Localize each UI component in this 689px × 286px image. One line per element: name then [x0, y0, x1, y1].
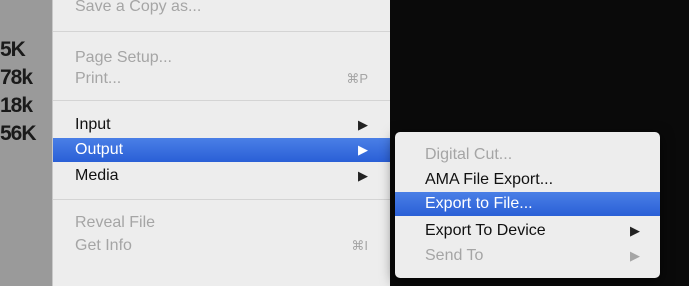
menu-item-label: AMA File Export... — [425, 171, 554, 188]
menu-item-label: Send To — [425, 247, 484, 264]
file-size: 18k — [0, 94, 33, 117]
menu-item-label: Output — [75, 141, 124, 158]
menu-item-label: Export to File... — [425, 195, 533, 212]
shortcut-label: ⌘P — [346, 71, 368, 86]
file-size: 56K — [0, 122, 37, 145]
menu-item-export-to-file[interactable]: Export to File... — [395, 192, 660, 216]
menu-item-label: Page Setup... — [75, 49, 172, 66]
file-menu: Save a Copy as... Page Setup... Print...… — [52, 0, 390, 286]
submenu-arrow-icon: ▶ — [630, 223, 640, 238]
menu-item-send-to[interactable]: Send To ▶ — [395, 243, 660, 269]
file-size: 5K — [0, 38, 26, 61]
menu-item-label: Get Info — [75, 237, 132, 254]
file-size: 78k — [0, 66, 33, 89]
menu-item-input[interactable]: Input ▶ — [53, 112, 390, 138]
menu-item-label: Save a Copy as... — [75, 0, 202, 15]
menu-item-print[interactable]: Print... ⌘P — [53, 66, 390, 92]
background-window-left: 5K 78k 18k 56K — [0, 0, 52, 286]
menu-item-ama-file-export[interactable]: AMA File Export... — [395, 167, 660, 193]
menu-separator — [53, 31, 390, 32]
menu-item-save-a-copy-as[interactable]: Save a Copy as... — [53, 0, 390, 20]
submenu-arrow-icon: ▶ — [630, 248, 640, 263]
menu-item-label: Reveal File — [75, 214, 156, 231]
submenu-arrow-icon: ▶ — [358, 142, 368, 157]
shortcut-label: ⌘I — [351, 238, 368, 253]
menu-separator — [53, 100, 390, 101]
menu-item-label: Input — [75, 116, 111, 133]
submenu-arrow-icon: ▶ — [358, 168, 368, 183]
submenu-arrow-icon: ▶ — [358, 117, 368, 132]
output-submenu: Digital Cut... AMA File Export... Export… — [395, 132, 660, 278]
menu-separator — [53, 199, 390, 200]
menu-item-get-info[interactable]: Get Info ⌘I — [53, 233, 390, 259]
menu-item-label: Digital Cut... — [425, 146, 513, 163]
file-size-column: 5K 78k 18k 56K — [0, 36, 37, 148]
menu-item-output[interactable]: Output ▶ — [53, 138, 390, 162]
menu-item-export-to-device[interactable]: Export To Device ▶ — [395, 218, 660, 244]
menu-item-label: Export To Device — [425, 222, 546, 239]
menu-item-label: Print... — [75, 70, 122, 87]
menu-item-digital-cut[interactable]: Digital Cut... — [395, 142, 660, 168]
menu-item-media[interactable]: Media ▶ — [53, 163, 390, 189]
menu-item-label: Media — [75, 167, 119, 184]
